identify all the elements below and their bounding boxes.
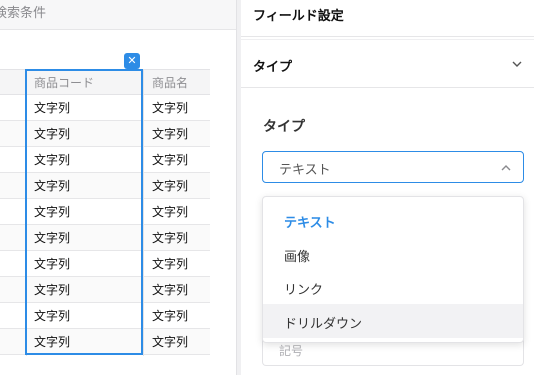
section-label: タイプ	[253, 60, 293, 75]
cell-product-name[interactable]: 文字列	[152, 151, 188, 168]
cell-product-code[interactable]: 文字列	[34, 333, 70, 350]
table-row[interactable]: 文字列 文字列	[0, 147, 210, 173]
cell-product-name[interactable]: 文字列	[152, 255, 188, 272]
option-label: テキスト	[284, 216, 336, 231]
table-row[interactable]: 文字列 文字列	[0, 251, 210, 277]
type-option-link[interactable]: リンク	[263, 270, 523, 304]
cell-product-code[interactable]: 文字列	[34, 229, 70, 246]
table-row[interactable]: 文字列 文字列	[0, 173, 210, 199]
type-option-drilldown[interactable]: ドリルダウン	[263, 304, 523, 338]
search-conditions-title: 検索条件	[0, 6, 47, 21]
table-row[interactable]: 文字列 文字列	[0, 303, 210, 329]
table-pane: 検索条件 商品コード 商品名 文字列 文字列 文字列 文字列 文字列 文字列 文字列 文字列文…	[0, 0, 236, 375]
type-select-value: テキスト	[279, 163, 331, 178]
cell-product-code[interactable]: 文字列	[34, 125, 70, 142]
table-row[interactable]: 文字列 文字列	[0, 329, 210, 355]
cell-product-name[interactable]: 文字列	[152, 229, 188, 246]
cell-product-name[interactable]: 文字列	[152, 99, 188, 116]
option-label: ドリルダウン	[284, 317, 363, 332]
panel-title: フィールド設定	[253, 9, 344, 24]
remove-column-button[interactable]: ✕	[124, 53, 140, 69]
symbol-input-placeholder: 記号	[279, 344, 304, 358]
option-label: リンク	[284, 283, 324, 298]
cell-product-code[interactable]: 文字列	[34, 255, 70, 272]
search-conditions-header[interactable]: 検索条件	[0, 0, 236, 30]
cell-product-code[interactable]: 文字列	[34, 281, 70, 298]
cell-product-code[interactable]: 文字列	[34, 99, 70, 116]
type-select[interactable]: テキスト	[262, 151, 524, 183]
table-row[interactable]: 文字列 文字列	[0, 199, 210, 225]
option-label: 画像	[284, 250, 311, 265]
table-body: 文字列 文字列 文字列 文字列 文字列 文字列 文字列 文字列 文字列 文字列 文字列 文字列 文字列文…	[0, 95, 210, 355]
cell-product-code[interactable]: 文字列	[34, 177, 70, 194]
cell-product-name[interactable]: 文字列	[152, 307, 188, 324]
cell-product-name[interactable]: 文字列	[152, 281, 188, 298]
table-row[interactable]: 文字列 文字列	[0, 121, 210, 147]
cell-product-name[interactable]: 文字列	[152, 333, 188, 350]
type-option-image[interactable]: 画像	[263, 237, 523, 271]
field-settings-panel: フィールド設定 タイプ タイプ テキスト 記号 テキスト 画像 リンク ドリルダ…	[241, 0, 534, 375]
chevron-up-icon	[501, 165, 511, 171]
table-row[interactable]: 文字列 文字列	[0, 225, 210, 251]
close-icon: ✕	[127, 54, 137, 67]
type-field-label: タイプ	[263, 119, 305, 135]
cell-product-name[interactable]: 文字列	[152, 177, 188, 194]
table-row[interactable]: 文字列 文字列	[0, 95, 210, 121]
column-header-product-code[interactable]: 商品コード	[34, 74, 94, 91]
cell-product-code[interactable]: 文字列	[34, 151, 70, 168]
cell-product-code[interactable]: 文字列	[34, 307, 70, 324]
column-divider[interactable]	[26, 69, 27, 356]
type-section-toggle[interactable]: タイプ	[241, 40, 534, 88]
cell-product-name[interactable]: 文字列	[152, 203, 188, 220]
cell-product-name[interactable]: 文字列	[152, 125, 188, 142]
cell-product-code[interactable]: 文字列	[34, 203, 70, 220]
type-dropdown-menu: テキスト 画像 リンク ドリルダウン	[262, 196, 524, 343]
table-header-row: 商品コード 商品名	[0, 69, 210, 95]
chevron-down-icon	[512, 61, 522, 67]
type-option-text[interactable]: テキスト	[263, 203, 523, 237]
table-row[interactable]: 文字列 文字列	[0, 277, 210, 303]
column-divider[interactable]	[143, 69, 144, 356]
column-header-product-name[interactable]: 商品名	[152, 74, 188, 91]
